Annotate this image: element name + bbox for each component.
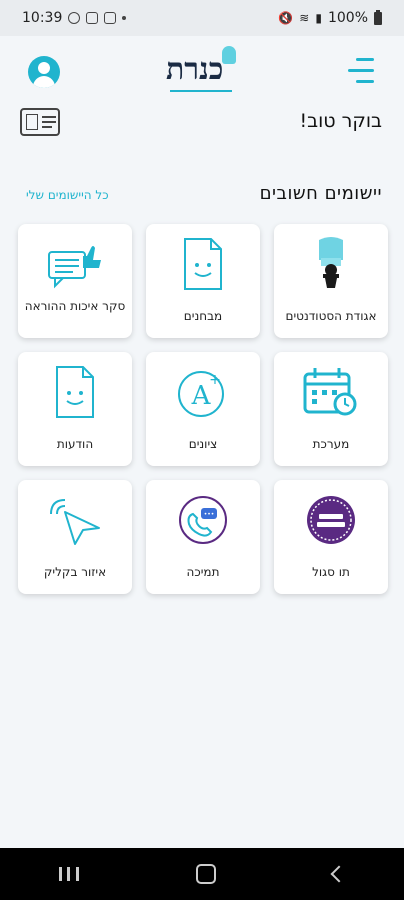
click-icon [18,490,132,550]
tile-label: תו סגול [312,565,350,579]
calendar-icon [274,362,388,422]
exam-icon [146,234,260,294]
status-bar: 10:39 🔇 ≋ ▮ 100% [0,0,404,36]
menu-line-1 [356,58,374,61]
status-right: 🔇 ≋ ▮ 100% [278,9,382,26]
gallery-icon [86,12,99,24]
app-header: כנרת [0,36,404,106]
tile-label: מבחנים [183,309,223,323]
tile-exams[interactable]: מבחנים [146,224,260,338]
home-button[interactable] [195,864,216,884]
grade-icon: A + [146,362,260,422]
logo-text: כנרת [166,52,224,87]
menu-line-2 [348,69,374,72]
messages-icon [18,362,132,422]
menu-line-3 [356,80,374,83]
purple-badge-icon [274,490,388,550]
tile-purple-badge[interactable]: תו סגול [274,480,388,594]
greeting-text: בוקר טוב! [299,110,382,132]
tile-label: הודעות [56,437,94,451]
mail-icon [104,12,117,24]
all-apps-link[interactable]: כל היישומים שלי [26,188,109,202]
wifi-icon: ≋ [299,11,310,25]
mute-icon: 🔇 [278,11,294,25]
battery-icon [374,9,382,25]
tile-label: איזור בקליק [43,565,107,579]
svg-text:+: + [209,372,221,388]
card-line [42,121,56,123]
logo-underline [170,90,232,92]
tile-teaching-survey[interactable]: סקר איכות ההוראה [18,224,132,338]
more-notifications-icon [122,16,127,20]
tile-support[interactable]: ••• תמיכה [146,480,260,594]
survey-icon [18,234,132,294]
card-line [42,126,52,128]
tile-label: מערכת [312,437,350,451]
svg-text:•••: ••• [204,511,215,518]
tile-label: תמיכה [186,565,220,579]
card-photo [26,114,38,130]
support-icon: ••• [146,490,260,550]
avatar-head [38,62,50,74]
tile-click-area[interactable]: איזור בקליק [18,480,132,594]
recent-apps-button[interactable] [58,867,79,881]
tile-student-union[interactable]: אגודת הסטודנטים [274,224,388,338]
tile-label: סקר איכות ההוראה [24,299,126,313]
tile-schedule[interactable]: מערכת [274,352,388,466]
tile-messages[interactable]: הודעות [18,352,132,466]
tile-label: ציונים [188,437,218,451]
card-line [42,116,56,118]
hamburger-menu-button[interactable] [348,56,374,86]
tile-grades[interactable]: A + ציונים [146,352,260,466]
profile-avatar-button[interactable] [28,56,60,88]
status-left: 10:39 [22,10,127,26]
student-union-icon [274,234,388,294]
system-nav-bar [0,848,404,900]
avatar-body [33,76,55,88]
tile-label: אגודת הסטודנטים [285,309,377,323]
student-card-icon[interactable] [20,108,60,136]
logo-lamp-icon [222,46,236,64]
section-title: יישומים חשובים [259,183,382,204]
signal-icon: ▮ [315,11,322,25]
status-time: 10:39 [22,10,63,26]
back-button[interactable] [330,865,348,883]
kinneret-logo: כנרת [160,46,250,98]
notification-icon [68,12,81,24]
battery-percent: 100% [327,10,368,26]
